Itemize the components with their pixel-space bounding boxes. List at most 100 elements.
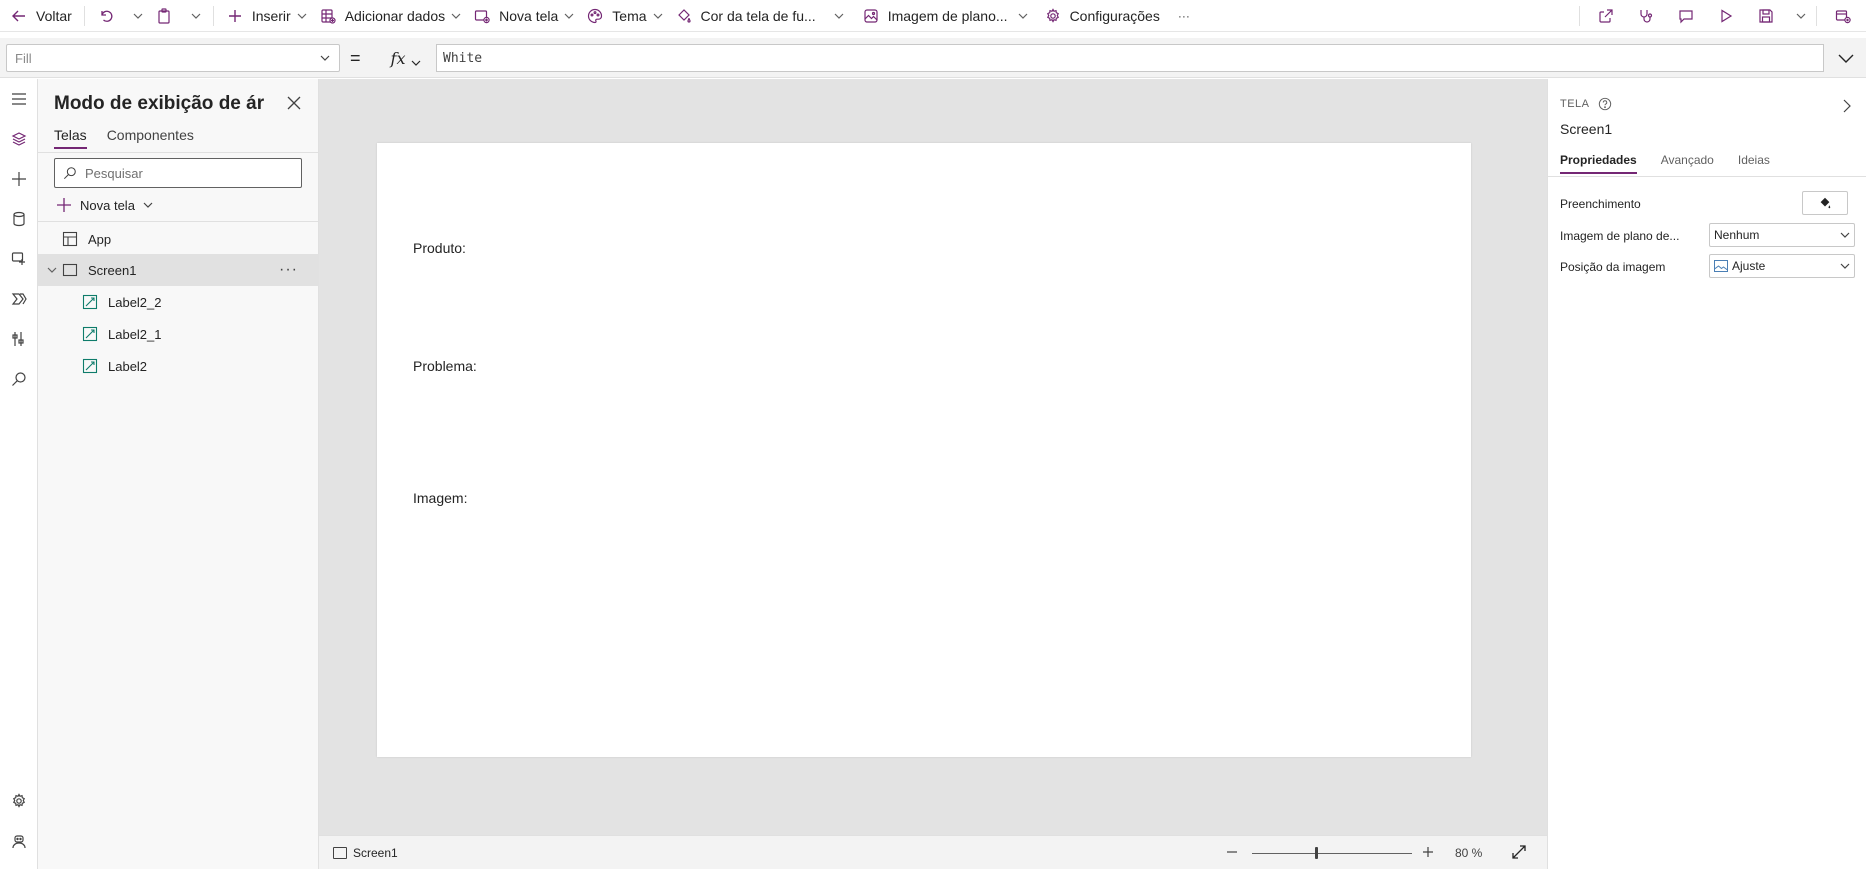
collapse-pane-button[interactable] xyxy=(1840,99,1854,113)
chevron-down-icon xyxy=(653,11,663,21)
property-dropdown[interactable]: Fill xyxy=(6,44,340,72)
data-button[interactable] xyxy=(0,201,38,237)
label-produto[interactable]: Produto: xyxy=(413,240,466,256)
add-data-label: Adicionar dados xyxy=(344,7,446,24)
power-automate-button[interactable] xyxy=(0,281,38,317)
zoom-in-button[interactable] xyxy=(1420,844,1436,860)
stethoscope-icon xyxy=(1637,7,1655,25)
more-options-icon[interactable]: ··· xyxy=(279,261,297,279)
zoom-slider-thumb[interactable] xyxy=(1315,847,1318,859)
image-position-dropdown[interactable]: Ajuste xyxy=(1709,254,1855,278)
background-image-dropdown[interactable]: Nenhum xyxy=(1709,223,1855,247)
app-icon xyxy=(62,231,78,247)
control-kind: TELA xyxy=(1560,97,1612,111)
palette-icon xyxy=(586,7,604,25)
publish-button[interactable] xyxy=(1823,0,1866,32)
background-image-label: Imagem de plano de... xyxy=(1560,229,1680,243)
label-control-icon xyxy=(82,358,98,374)
preview-button[interactable] xyxy=(1706,0,1746,32)
control-name[interactable]: Screen1 xyxy=(1560,121,1612,137)
background-color-button[interactable]: Cor da tela de fu... xyxy=(669,0,850,32)
tree-search-input[interactable]: Pesquisar xyxy=(54,158,302,188)
tree-view-title: Modo de exibição de ár... xyxy=(54,93,264,114)
screen1-canvas[interactable]: Produto: Problema: Imagem: xyxy=(377,143,1471,757)
theme-label: Tema xyxy=(612,7,647,24)
back-label: Voltar xyxy=(36,7,72,24)
back-button[interactable]: Voltar xyxy=(0,0,78,32)
help-circle-icon[interactable] xyxy=(1598,97,1612,111)
formula-text: White xyxy=(443,50,483,66)
settings-rail-button[interactable] xyxy=(0,783,38,819)
tree-item-app[interactable]: App xyxy=(38,223,319,255)
share-button[interactable] xyxy=(1586,0,1626,32)
label-imagem[interactable]: Imagem: xyxy=(413,490,467,506)
tree-item-label: Label2_2 xyxy=(108,294,162,310)
control-kind-label: TELA xyxy=(1560,98,1590,110)
tree-item-label2-2[interactable]: Label2_2 xyxy=(38,286,319,318)
undo-dropdown[interactable] xyxy=(121,0,149,32)
zoom-out-button[interactable] xyxy=(1224,844,1240,860)
function-button[interactable]: fx xyxy=(376,44,436,72)
chevron-down-icon xyxy=(834,11,844,21)
search-rail-button[interactable] xyxy=(0,361,38,397)
background-image-button[interactable]: Imagem de plano... xyxy=(856,0,1034,32)
media-icon xyxy=(11,252,25,265)
design-canvas[interactable]: Produto: Problema: Imagem: xyxy=(319,79,1547,835)
paste-button[interactable] xyxy=(149,0,179,32)
properties-tabs: Propriedades Avançado Ideias xyxy=(1560,153,1770,174)
new-screen-tree-button[interactable]: Nova tela xyxy=(56,197,153,213)
app-checker-button[interactable] xyxy=(1626,0,1666,32)
settings-button[interactable]: Configurações xyxy=(1038,0,1166,32)
paint-bucket-icon xyxy=(1820,197,1831,209)
chevron-down-icon xyxy=(297,11,307,21)
property-value: Fill xyxy=(15,50,32,66)
theme-button[interactable]: Tema xyxy=(580,0,668,32)
chevron-down-icon xyxy=(1840,263,1850,269)
new-screen-button[interactable]: Nova tela xyxy=(467,0,580,32)
zoom-percentage: 80 % xyxy=(1455,846,1483,860)
more-commands-button[interactable]: ··· xyxy=(1172,0,1196,32)
save-dropdown[interactable] xyxy=(1786,0,1810,32)
fill-color-picker[interactable] xyxy=(1802,191,1848,215)
chevron-down-icon xyxy=(133,11,143,21)
hamburger-icon xyxy=(12,93,26,105)
search-placeholder: Pesquisar xyxy=(85,165,143,181)
agent-icon xyxy=(12,835,26,849)
insert-button[interactable]: Inserir xyxy=(220,0,313,32)
comments-button[interactable] xyxy=(1666,0,1706,32)
tab-properties[interactable]: Propriedades xyxy=(1560,153,1637,174)
status-bar: Screen1 80 % xyxy=(319,835,1547,869)
menu-button[interactable] xyxy=(0,81,38,117)
comment-icon xyxy=(1677,7,1695,25)
tree-view-button[interactable] xyxy=(0,121,38,157)
minus-icon xyxy=(1227,851,1237,853)
arrow-left-icon xyxy=(10,7,28,25)
expand-formula-button[interactable] xyxy=(1836,48,1856,68)
tab-components[interactable]: Componentes xyxy=(107,127,194,149)
paste-dropdown[interactable] xyxy=(179,0,207,32)
tree-item-screen1[interactable]: Screen1 ··· xyxy=(38,254,319,286)
gear-icon xyxy=(1044,7,1062,25)
add-data-button[interactable]: Adicionar dados xyxy=(313,0,467,32)
virtual-agent-button[interactable] xyxy=(0,823,38,859)
current-screen-indicator[interactable]: Screen1 xyxy=(333,846,398,860)
tab-advanced[interactable]: Avançado xyxy=(1661,153,1714,174)
tree-item-label2-1[interactable]: Label2_1 xyxy=(38,318,319,350)
image-position-property-row: Posição da imagem Ajuste xyxy=(1560,254,1856,280)
advanced-tools-button[interactable] xyxy=(0,321,38,357)
tree-item-label2[interactable]: Label2 xyxy=(38,350,319,382)
background-image-property-row: Imagem de plano de... Nenhum xyxy=(1560,223,1856,249)
zoom-slider[interactable] xyxy=(1252,853,1412,854)
formula-input[interactable]: White xyxy=(436,44,1824,72)
close-tree-button[interactable] xyxy=(286,95,302,111)
undo-button[interactable] xyxy=(91,0,121,32)
label-problema[interactable]: Problema: xyxy=(413,358,477,374)
insert-rail-button[interactable] xyxy=(0,161,38,197)
fit-to-window-button[interactable] xyxy=(1511,844,1527,860)
tools-icon xyxy=(12,332,24,346)
save-button[interactable] xyxy=(1746,0,1786,32)
tab-ideas[interactable]: Ideias xyxy=(1738,153,1770,174)
undo-icon xyxy=(97,7,115,25)
media-button[interactable] xyxy=(0,241,38,277)
tab-screens[interactable]: Telas xyxy=(54,127,87,149)
